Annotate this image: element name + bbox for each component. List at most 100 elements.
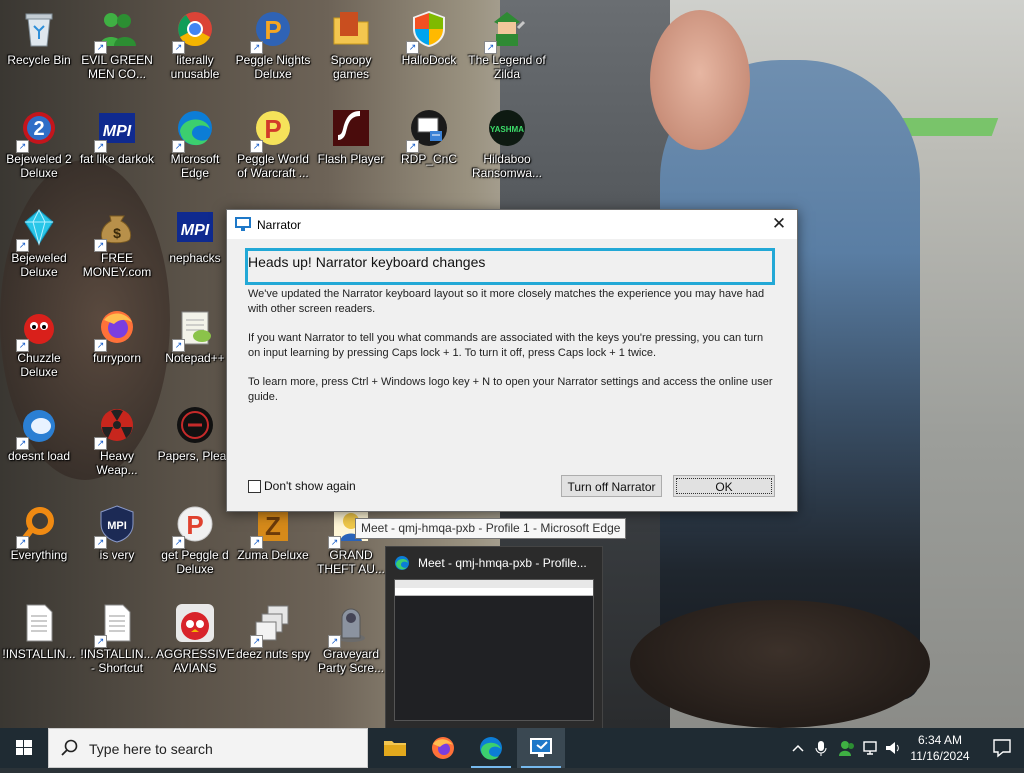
blue-bird-icon: ↗ [16,404,60,450]
taskbar-file-explorer[interactable] [371,728,419,768]
desktop-icon-microsoft-edge[interactable]: ↗ Microsoft Edge [156,101,234,197]
shortcut-arrow-icon: ↗ [94,239,107,252]
svg-text:MPI: MPI [103,123,132,140]
microphone-icon[interactable] [814,738,828,758]
people-icon[interactable] [838,738,856,758]
desktop-icon-doesnt-load[interactable]: ↗ doesnt load [0,398,78,494]
desktop-icon-nephacks[interactable]: MPI nephacks [156,200,234,296]
shortcut-arrow-icon: ↗ [484,41,497,54]
desktop-icon-aggressive-avians[interactable]: AGGRESSIVE AVIANS [156,596,235,692]
dialog-title: Narrator [257,218,302,232]
chevron-up-icon[interactable] [791,738,805,758]
clock-time: 6:34 AM [917,733,963,747]
edge-icon [395,556,409,570]
svg-text:YASHMA: YASHMA [490,125,524,134]
svg-text:P: P [186,510,203,540]
desktop-icon-fat-like-darkok[interactable]: MPI ↗ fat like darkok [78,101,156,197]
folder-icon [330,8,372,50]
shortcut-arrow-icon: ↗ [16,339,29,352]
dialog-titlebar[interactable]: Narrator ✕ [227,210,797,239]
desktop-icon-hallodock[interactable]: ↗ HalloDock [390,2,468,98]
dont-show-again-label[interactable]: Don't show again [264,479,356,493]
desktop-icon-legend-of-zilda[interactable]: ↗ The Legend of Zilda [468,2,546,98]
desktop-icon-chuzzle-deluxe[interactable]: ↗ Chuzzle Deluxe [0,300,78,396]
shortcut-arrow-icon: ↗ [250,140,263,153]
desktop-icon-everything[interactable]: ↗ Everything [0,497,78,593]
radiation-icon: ↗ [94,404,138,450]
wallpaper-figure-head [650,10,750,150]
close-icon[interactable]: ✕ [767,213,791,235]
clock[interactable]: 6:34 AM 11/16/2024 [905,732,975,764]
desktop-icon-installing-file[interactable]: !INSTALLIN... [0,596,78,692]
taskbar-edge[interactable] [467,728,515,768]
desktop-icon-bejeweled-deluxe[interactable]: ↗ Bejeweled Deluxe [0,200,78,296]
desktop-icon-recycle-bin[interactable]: Recycle Bin [0,2,78,98]
desktop-icon-literally-unusable[interactable]: ↗ literally unusable [156,2,234,98]
desktop-icon-peggle-nights[interactable]: P ↗ Peggle Nights Deluxe [234,2,312,98]
taskbar: Type here to search 6:34 AM 11/16/2024 [0,728,1024,768]
focus-rectangle [676,478,772,494]
desktop-icon-is-very[interactable]: MPI ↗ is very [78,497,156,593]
shortcut-arrow-icon: ↗ [250,536,263,549]
shortcut-arrow-icon: ↗ [16,437,29,450]
network-icon[interactable] [862,738,880,758]
shortcut-arrow-icon: ↗ [250,41,263,54]
peggle-icon: P ↗ [250,8,294,54]
desktop-icon-rdp-cnc[interactable]: ↗ RDP_CnC [390,101,468,197]
desktop-icon-hildaboo-ransomware[interactable]: YASHMA Hildaboo Ransomwa... [468,101,546,197]
svg-text:$: $ [113,225,121,241]
desktop-icon-flash-player[interactable]: Flash Player [312,101,390,197]
desktop-icon-heavy-weapon[interactable]: ↗ Heavy Weap... [78,398,156,494]
stacked-windows-icon: ↗ [250,602,294,648]
chrome-icon: ↗ [172,8,216,54]
notification-center-button[interactable] [980,728,1024,768]
taskbar-narrator[interactable] [517,728,565,768]
mpi-shield-icon: MPI ↗ [94,503,138,549]
dialog-paragraph-3: To learn more, press Ctrl + Windows logo… [248,376,773,403]
graveyard-icon: ↗ [328,602,372,648]
desktop-icon-bejeweled-2[interactable]: 2 ↗ Bejeweled 2 Deluxe [0,101,78,197]
narrator-app-icon [235,217,251,231]
search-box[interactable]: Type here to search [48,728,368,768]
shortcut-arrow-icon: ↗ [172,536,185,549]
desktop-icon-free-money[interactable]: $ ↗ FREE MONEY.com [78,200,156,296]
shortcut-arrow-icon: ↗ [406,140,419,153]
edge-icon: ↗ [172,107,216,153]
chuzzle-icon: ↗ [16,306,60,352]
shortcut-arrow-icon: ↗ [328,635,341,648]
desktop-icon-get-peggle-deluxe[interactable]: P ↗ get Peggle d Deluxe [156,497,234,593]
search-placeholder: Type here to search [89,741,213,757]
svg-text:Z: Z [265,511,281,541]
shortcut-arrow-icon: ↗ [94,339,107,352]
firefox-icon [432,737,454,759]
shortcut-arrow-icon: ↗ [328,536,341,549]
notification-icon [993,739,1011,758]
desktop-icon-installing-shortcut[interactable]: ↗ !INSTALLIN... - Shortcut [78,596,156,692]
ok-button[interactable]: OK [673,475,775,497]
desktop-icon-papers-please[interactable]: Papers, Pleas [156,398,234,494]
thumbnail-title: Meet - qmj-hmqa-pxb - Profile... [418,556,587,570]
shortcut-arrow-icon: ↗ [94,635,107,648]
desktop-icon-evil-green-men[interactable]: ↗ EVIL GREEN MEN CO... [78,2,156,98]
desktop-icon-peggle-world-of-warcraft[interactable]: P ↗ Peggle World of Warcraft ... [234,101,312,197]
desktop-icon-graveyard-party[interactable]: ↗ Graveyard Party Scre... [312,596,390,692]
start-button[interactable] [0,728,48,768]
volume-icon[interactable] [884,738,902,758]
turn-off-narrator-button[interactable]: Turn off Narrator [561,475,662,497]
shortcut-arrow-icon: ↗ [172,339,185,352]
desktop-icon-deez-nuts-spy[interactable]: ↗ deez nuts spy [234,596,312,692]
diamond-icon: ↗ [16,206,60,252]
dont-show-again-checkbox[interactable] [248,480,261,493]
desktop-icon-furryporn[interactable]: ↗ furryporn [78,300,156,396]
desktop-icon-spoopy-games[interactable]: Spoopy games [312,2,390,98]
shortcut-arrow-icon: ↗ [94,437,107,450]
wallpaper-ground [630,600,930,728]
text-file-icon [18,602,60,644]
yashma-icon: YASHMA [486,107,528,149]
taskbar-thumbnail-preview[interactable]: Meet - qmj-hmqa-pxb - Profile... [385,546,603,730]
mpi-icon: MPI [174,206,216,248]
desktop-icon-notepad-plus-plus[interactable]: ↗ Notepad++ [156,300,234,396]
taskbar-firefox[interactable] [419,728,467,768]
windows-shield-icon: ↗ [406,8,450,54]
shortcut-arrow-icon: ↗ [406,41,419,54]
